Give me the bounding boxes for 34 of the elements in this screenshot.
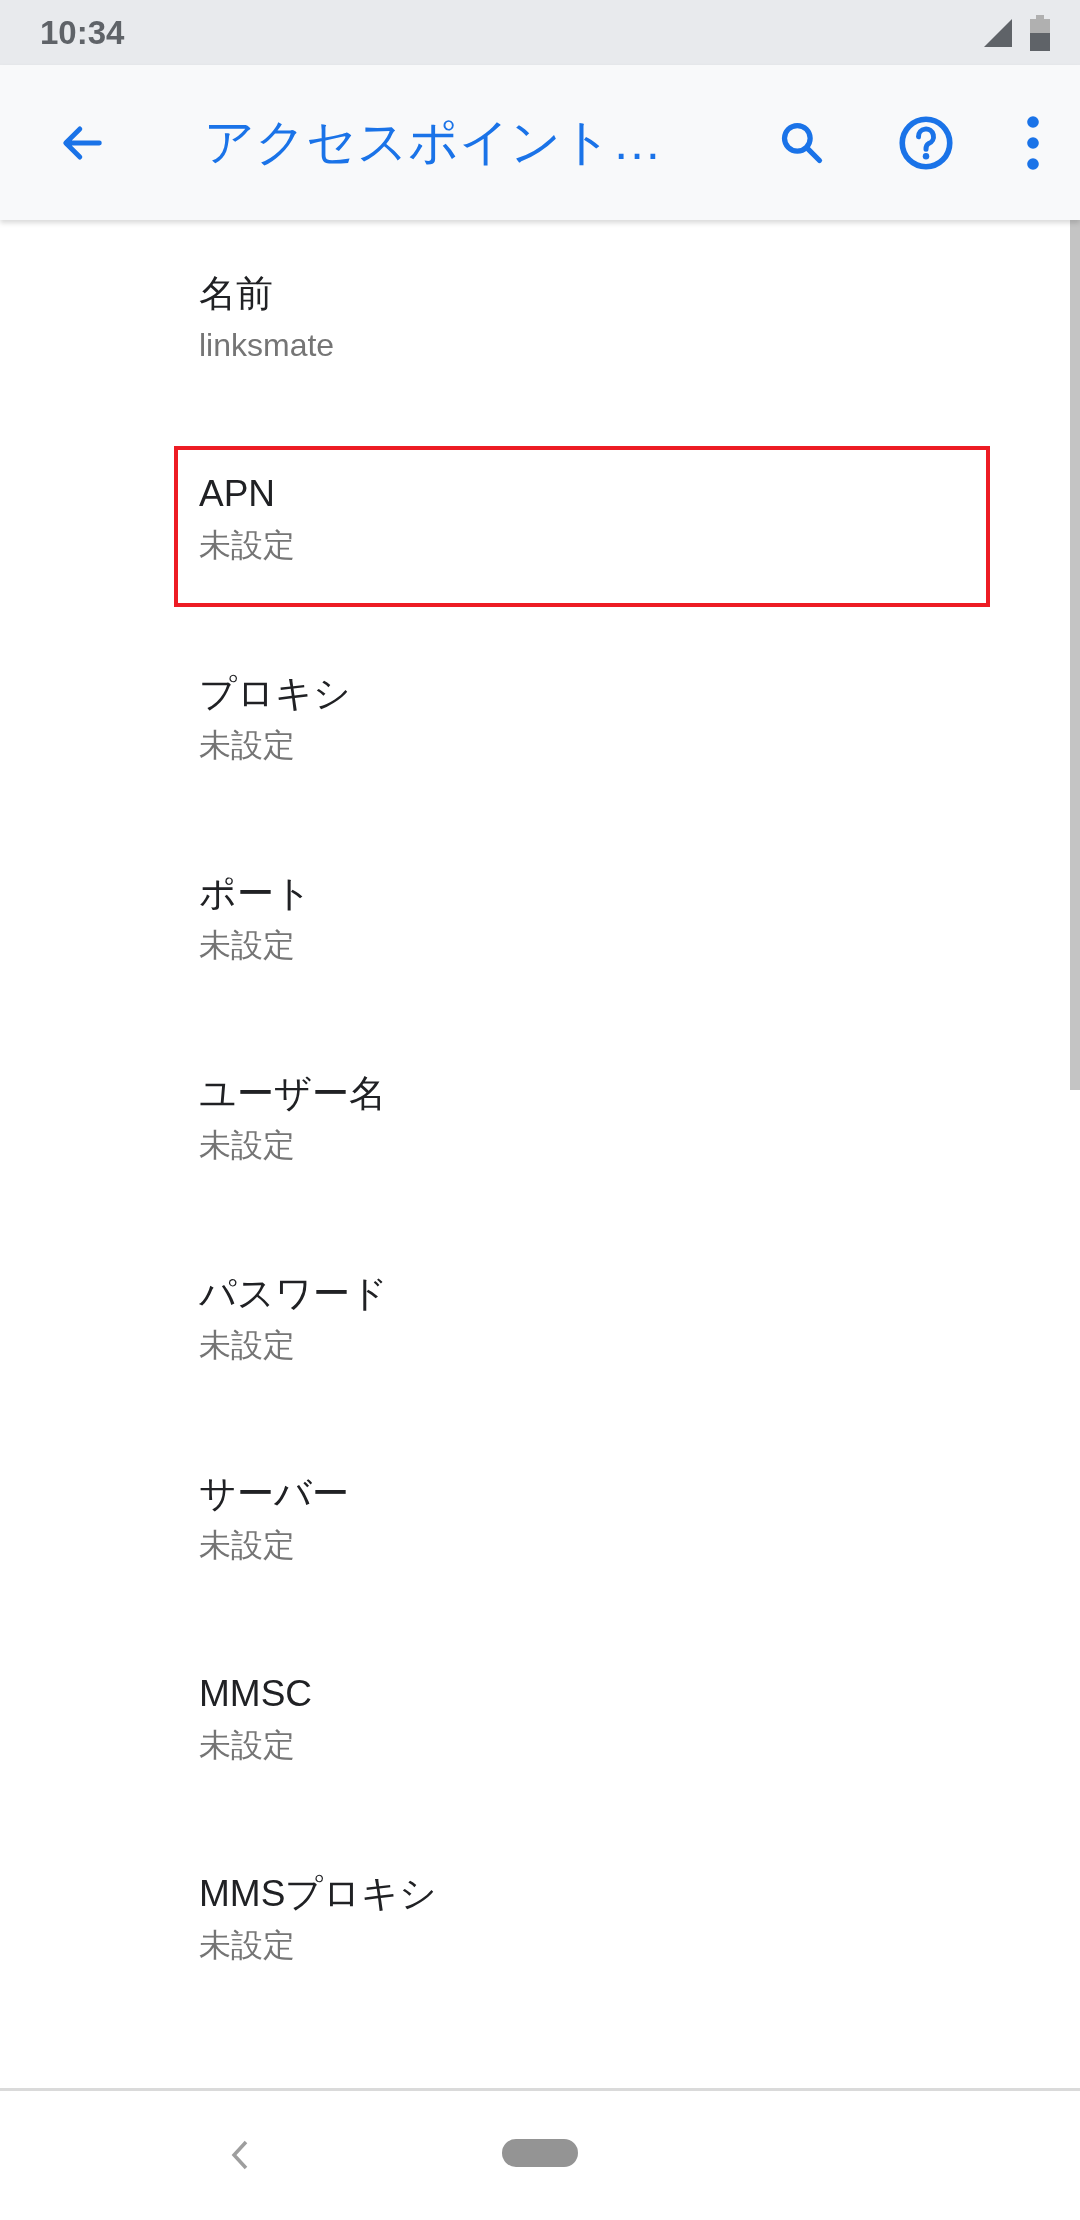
more-options-icon bbox=[1026, 114, 1040, 171]
item-value: 未設定 bbox=[199, 1526, 295, 1565]
item-value: 未設定 bbox=[199, 1726, 295, 1765]
item-title: 名前 bbox=[199, 272, 273, 316]
item-title: ポート bbox=[199, 872, 312, 916]
scrollbar[interactable] bbox=[1070, 220, 1080, 1090]
item-title: プロキシ bbox=[199, 672, 351, 716]
item-title: ユーザー名 bbox=[199, 1072, 386, 1116]
battery-icon bbox=[1030, 14, 1050, 51]
settings-item[interactable]: 名前 linksmate bbox=[174, 246, 990, 407]
item-value: 未設定 bbox=[199, 1326, 295, 1365]
settings-item[interactable]: MMSプロキシ 未設定 bbox=[174, 1846, 990, 2007]
settings-item[interactable]: APN 未設定 bbox=[174, 446, 990, 607]
chevron-icon bbox=[230, 2139, 250, 2171]
screen-title: アクセスポイント… bbox=[204, 113, 663, 172]
settings-item[interactable]: MMSC 未設定 bbox=[174, 1646, 990, 1807]
settings-item[interactable]: サーバー 未設定 bbox=[174, 1446, 990, 1607]
settings-item[interactable]: パスワード 未設定 bbox=[174, 1246, 990, 1407]
settings-item[interactable]: ユーザー名 未設定 bbox=[174, 1046, 990, 1207]
item-value: linksmate bbox=[199, 326, 335, 365]
item-value: 未設定 bbox=[199, 1126, 295, 1165]
item-value: 未設定 bbox=[199, 1926, 295, 1965]
item-title: MMSC bbox=[199, 1672, 313, 1716]
settings-item[interactable]: プロキシ 未設定 bbox=[174, 646, 990, 807]
item-value: 未設定 bbox=[199, 926, 295, 965]
item-title: MMSプロキシ bbox=[199, 1872, 438, 1916]
home-button[interactable] bbox=[502, 2139, 578, 2167]
item-title: サーバー bbox=[199, 1472, 349, 1516]
clock: 10:34 bbox=[40, 13, 125, 52]
item-value: 未設定 bbox=[199, 526, 295, 565]
item-title: APN bbox=[199, 472, 276, 516]
item-value: 未設定 bbox=[199, 726, 295, 765]
settings-item[interactable]: ポート 未設定 bbox=[174, 846, 990, 1007]
item-title: パスワード bbox=[199, 1272, 388, 1316]
